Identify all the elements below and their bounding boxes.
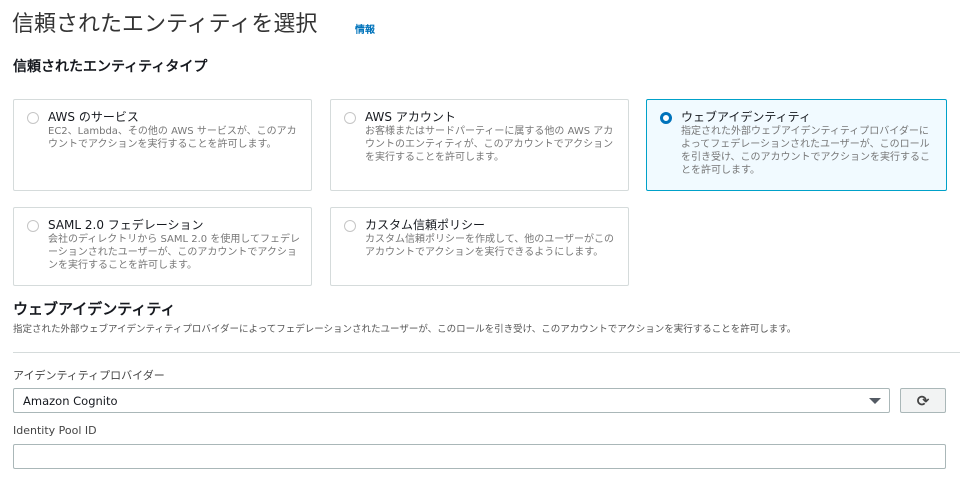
option-description: 指定された外部ウェブアイデンティティプロバイダーによってフェデレーションされたユ… <box>681 126 930 176</box>
option-saml-federation[interactable]: SAML 2.0 フェデレーション 会社のディレクトリから SAML 2.0 を… <box>13 207 312 286</box>
refresh-icon: ⟳ <box>916 391 930 410</box>
option-aws-account[interactable]: AWS アカウント お客様またはサードパーティーに属する他の AWS アカウント… <box>330 99 629 191</box>
provider-label: アイデンティティプロバイダー <box>13 369 165 382</box>
entity-type-heading: 信頼されたエンティティタイプ <box>13 59 208 75</box>
radio-button[interactable] <box>344 112 356 124</box>
option-description: 会社のディレクトリから SAML 2.0 を使用してフェデレーションされたユーザ… <box>48 234 301 271</box>
identity-pool-id-label: Identity Pool ID <box>13 424 97 437</box>
radio-button[interactable] <box>344 220 356 232</box>
option-custom-trust-policy[interactable]: カスタム信頼ポリシー カスタム信頼ポリシーを作成して、他のユーザーがこのアカウン… <box>330 207 629 286</box>
divider <box>13 352 960 353</box>
option-aws-service[interactable]: AWS のサービス EC2、Lambda、その他の AWS サービスが、このアカ… <box>13 99 312 191</box>
radio-button-selected[interactable] <box>660 112 672 124</box>
info-link[interactable]: 情報 <box>355 21 375 36</box>
refresh-button[interactable]: ⟳ <box>900 388 946 413</box>
radio-button[interactable] <box>27 220 39 232</box>
option-label: AWS アカウント <box>365 110 456 124</box>
caret-down-icon <box>869 398 881 404</box>
identity-provider-value: Amazon Cognito <box>23 394 118 408</box>
option-description: お客様またはサードパーティーに属する他の AWS アカウントのエンティティが、こ… <box>365 126 614 163</box>
option-label: AWS のサービス <box>48 110 139 124</box>
option-label: SAML 2.0 フェデレーション <box>48 218 204 232</box>
web-identity-description: 指定された外部ウェブアイデンティティプロバイダーによってフェデレーションされたユ… <box>13 324 797 335</box>
radio-button[interactable] <box>27 112 39 124</box>
option-label: カスタム信頼ポリシー <box>365 218 486 232</box>
identity-pool-id-input[interactable] <box>13 444 946 469</box>
web-identity-heading: ウェブアイデンティティ <box>13 300 176 318</box>
option-description: EC2、Lambda、その他の AWS サービスが、このアカウントでアクションを… <box>48 126 297 150</box>
page-title: 信頼されたエンティティを選択 <box>12 12 318 37</box>
option-description: カスタム信頼ポリシーを作成して、他のユーザーがこのアカウントでアクションを実行で… <box>365 234 614 258</box>
identity-provider-select[interactable]: Amazon Cognito <box>13 388 890 413</box>
option-web-identity[interactable]: ウェブアイデンティティ 指定された外部ウェブアイデンティティプロバイダーによって… <box>646 99 947 191</box>
option-label: ウェブアイデンティティ <box>681 110 811 124</box>
